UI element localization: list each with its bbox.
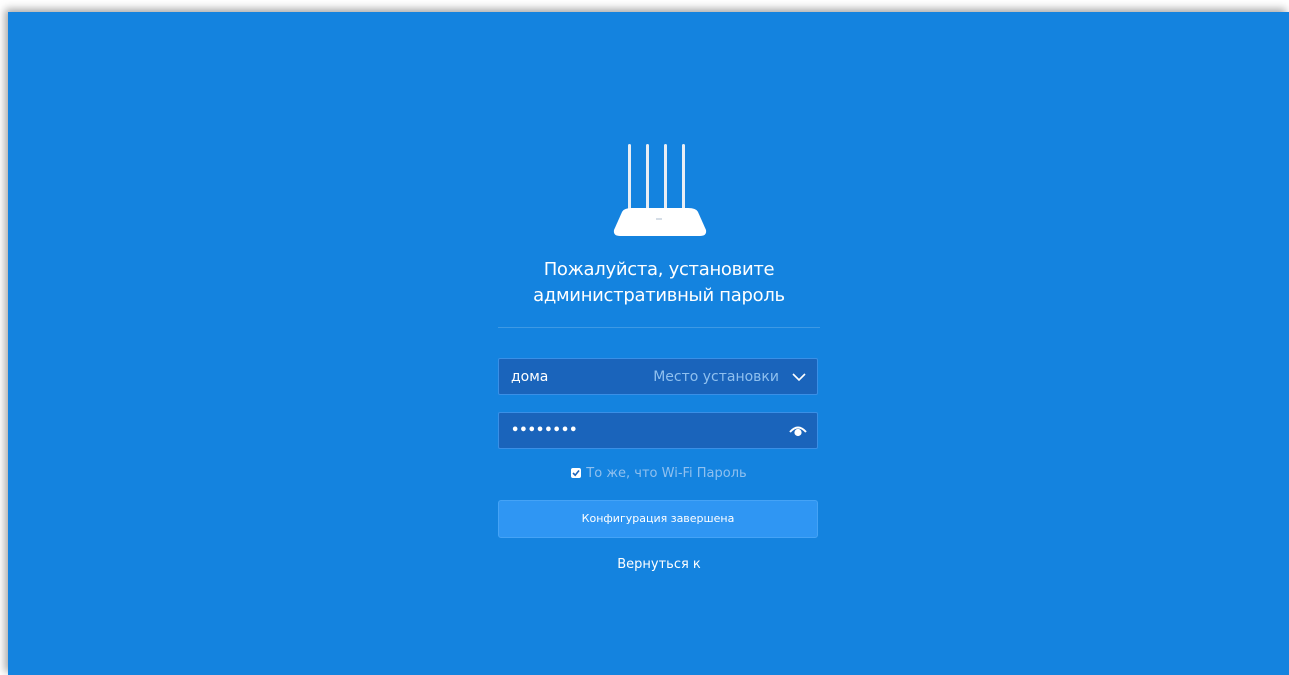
- same-as-wifi-label[interactable]: То же, что Wi-Fi Пароль: [586, 466, 746, 481]
- setup-screen: Пожалуйста, установите административный …: [8, 12, 1289, 675]
- title-line-1: Пожалуйста, установите: [543, 259, 775, 280]
- eye-icon[interactable]: [789, 423, 807, 439]
- password-field[interactable]: ••••••••: [498, 412, 818, 449]
- location-placeholder: Место установки: [653, 369, 779, 385]
- location-select[interactable]: дома Место установки: [498, 358, 818, 395]
- finish-config-button[interactable]: Конфигурация завершена: [498, 500, 818, 538]
- router-icon: [613, 144, 707, 236]
- title-line-2: административный пароль: [533, 285, 785, 306]
- chevron-down-icon[interactable]: [791, 369, 807, 385]
- same-as-wifi-option[interactable]: То же, что Wi-Fi Пароль: [498, 464, 820, 484]
- back-link[interactable]: Вернуться к: [498, 556, 820, 574]
- password-value[interactable]: ••••••••: [511, 413, 577, 448]
- location-value: дома: [511, 369, 549, 385]
- divider: [498, 327, 820, 328]
- page-title: Пожалуйста, установите административный …: [498, 257, 820, 309]
- checkbox-checked-icon[interactable]: [571, 468, 582, 478]
